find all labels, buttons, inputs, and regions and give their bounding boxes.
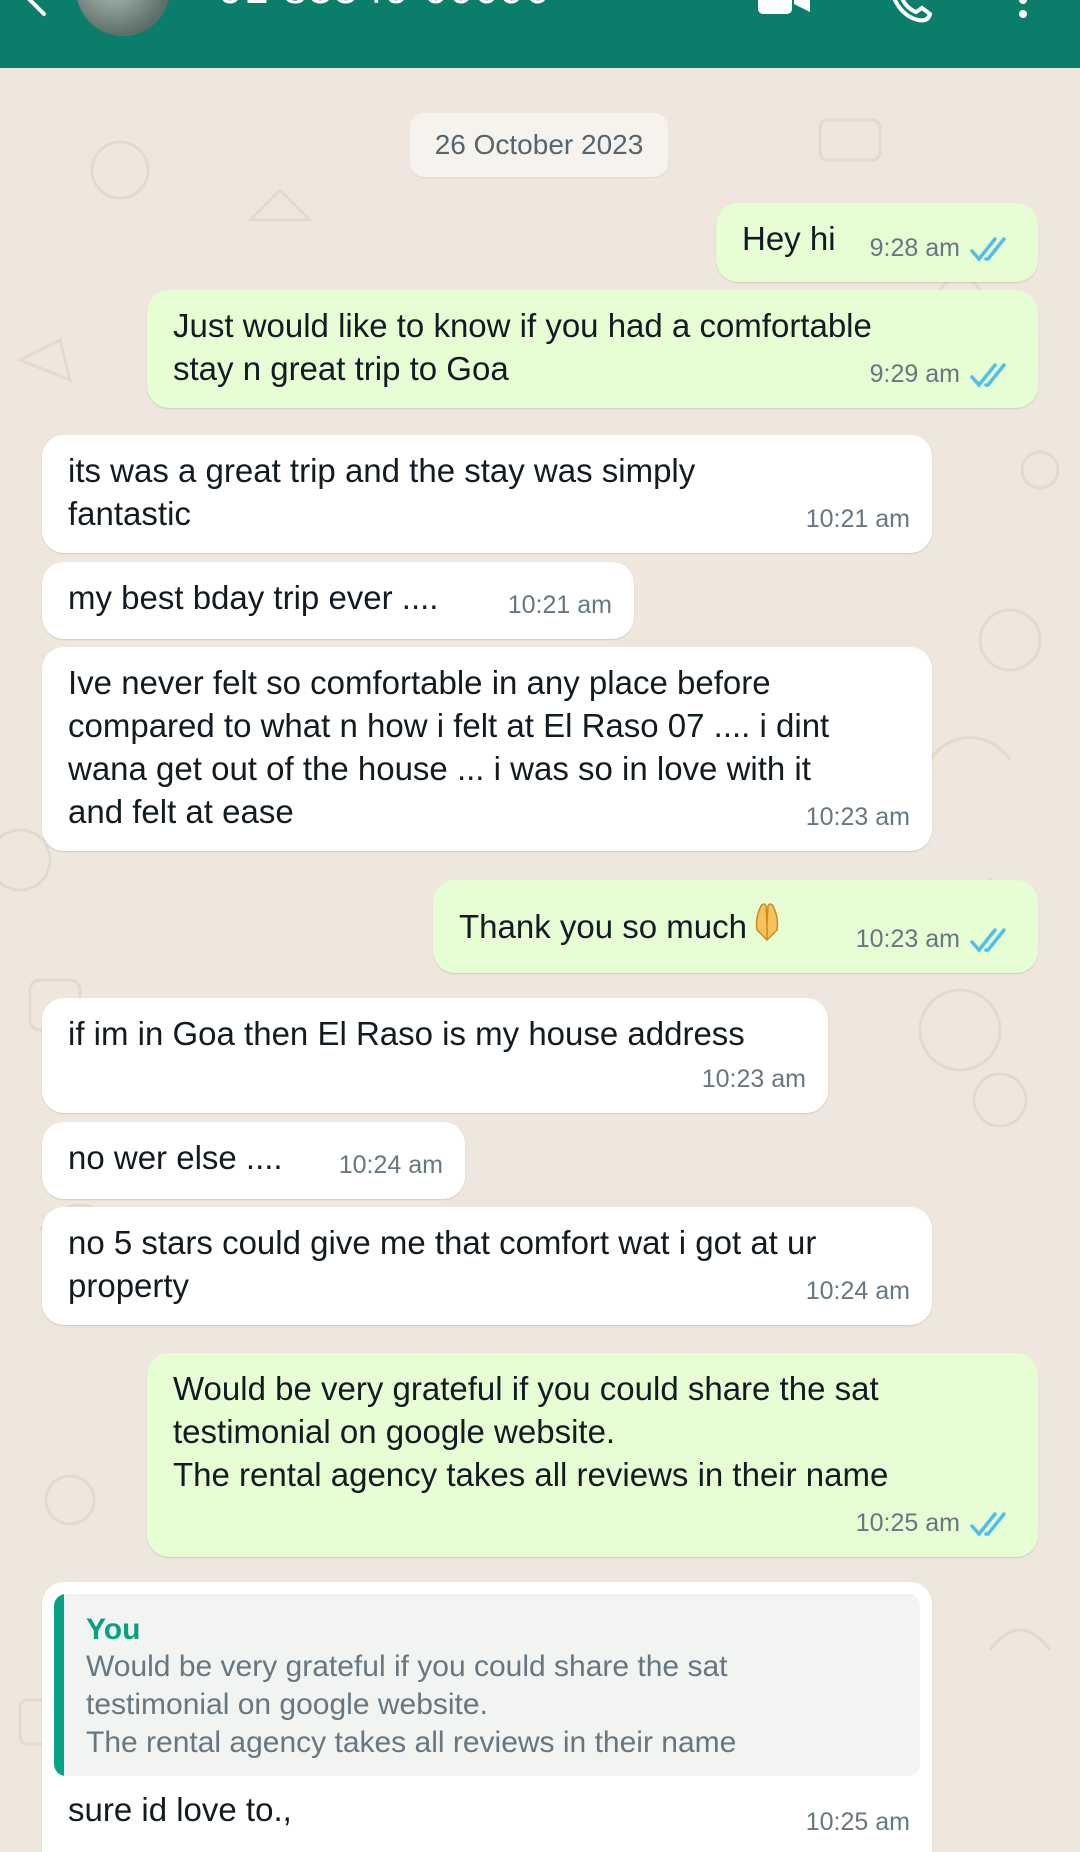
message-text: if im in Goa then El Raso is my house ad…: [68, 1015, 745, 1052]
message-time: 10:21 am: [805, 505, 910, 533]
message-text: no 5 stars could give me that comfort wa…: [68, 1224, 817, 1304]
message-meta: 10:21 am: [806, 498, 910, 541]
message-time: 10:24 am: [338, 1151, 443, 1179]
incoming-message[interactable]: my best bday trip ever .... 10:21 am: [42, 562, 634, 639]
message-text: sure id love to.,: [68, 1791, 292, 1828]
incoming-message[interactable]: if im in Goa then El Raso is my house ad…: [42, 998, 828, 1113]
quoted-author: You: [86, 1613, 141, 1646]
outgoing-message[interactable]: Just would like to know if you had a com…: [147, 290, 1038, 408]
incoming-message[interactable]: its was a great trip and the stay was si…: [42, 435, 932, 553]
message-time: 10:24 am: [805, 1277, 910, 1305]
quoted-text: Would be very grateful if you could shar…: [86, 1650, 737, 1759]
quote-accent-bar: [54, 1594, 64, 1776]
message-text: its was a great trip and the stay was si…: [68, 452, 696, 532]
outgoing-message[interactable]: Hey hi 9:28 am: [716, 203, 1038, 282]
message-meta: 10:23 am: [856, 918, 1016, 961]
message-meta: 10:23 am: [806, 796, 910, 839]
contact-avatar[interactable]: [74, 0, 172, 38]
chat-header: +91 85549 00090: [0, 0, 1080, 68]
quoted-message[interactable]: You Would be very grateful if you could …: [54, 1594, 920, 1776]
back-arrow-icon[interactable]: [18, 0, 58, 18]
incoming-reply-message[interactable]: You Would be very grateful if you could …: [42, 1582, 932, 1852]
read-receipt-icon: [970, 927, 1006, 953]
message-text: Would be very grateful if you could shar…: [173, 1370, 889, 1493]
incoming-message[interactable]: Ive never felt so comfortable in any pla…: [42, 647, 932, 851]
read-receipt-icon: [970, 1511, 1006, 1537]
voice-call-icon[interactable]: [888, 0, 934, 24]
incoming-message[interactable]: no 5 stars could give me that comfort wa…: [42, 1207, 932, 1325]
message-meta: 10:23 am: [702, 1058, 806, 1101]
message-meta: 10:24 am: [339, 1144, 443, 1187]
message-time: 10:25 am: [805, 1808, 910, 1836]
contact-name[interactable]: +91 85549 00090: [192, 0, 551, 14]
read-receipt-icon: [970, 362, 1006, 388]
outgoing-message[interactable]: Thank you so much 10:23 am: [433, 880, 1038, 973]
date-divider: 26 October 2023: [410, 113, 668, 177]
message-meta: 10:25 am: [806, 1801, 910, 1844]
outgoing-message[interactable]: Would be very grateful if you could shar…: [147, 1353, 1038, 1557]
message-meta: 9:28 am: [870, 227, 1016, 270]
message-meta: 10:21 am: [508, 584, 612, 627]
message-meta: 10:24 am: [806, 1270, 910, 1313]
message-text-content: Thank you so much: [459, 908, 747, 945]
message-time: 10:23 am: [855, 925, 960, 953]
message-time: 10:23 am: [701, 1065, 806, 1093]
message-meta: 10:25 am: [856, 1502, 1016, 1545]
message-time: 10:25 am: [855, 1509, 960, 1537]
message-time: 10:21 am: [507, 591, 612, 619]
video-call-icon[interactable]: [756, 0, 812, 20]
message-meta: 9:29 am: [870, 353, 1016, 396]
more-options-icon[interactable]: [1008, 0, 1038, 24]
folded-hands-emoji-icon: [755, 903, 779, 942]
read-receipt-icon: [970, 236, 1006, 262]
message-time: 9:28 am: [869, 234, 960, 262]
incoming-message[interactable]: no wer else .... 10:24 am: [42, 1122, 465, 1199]
message-time: 10:23 am: [805, 803, 910, 831]
message-time: 9:29 am: [869, 360, 960, 388]
message-text: Ive never felt so comfortable in any pla…: [68, 664, 830, 830]
